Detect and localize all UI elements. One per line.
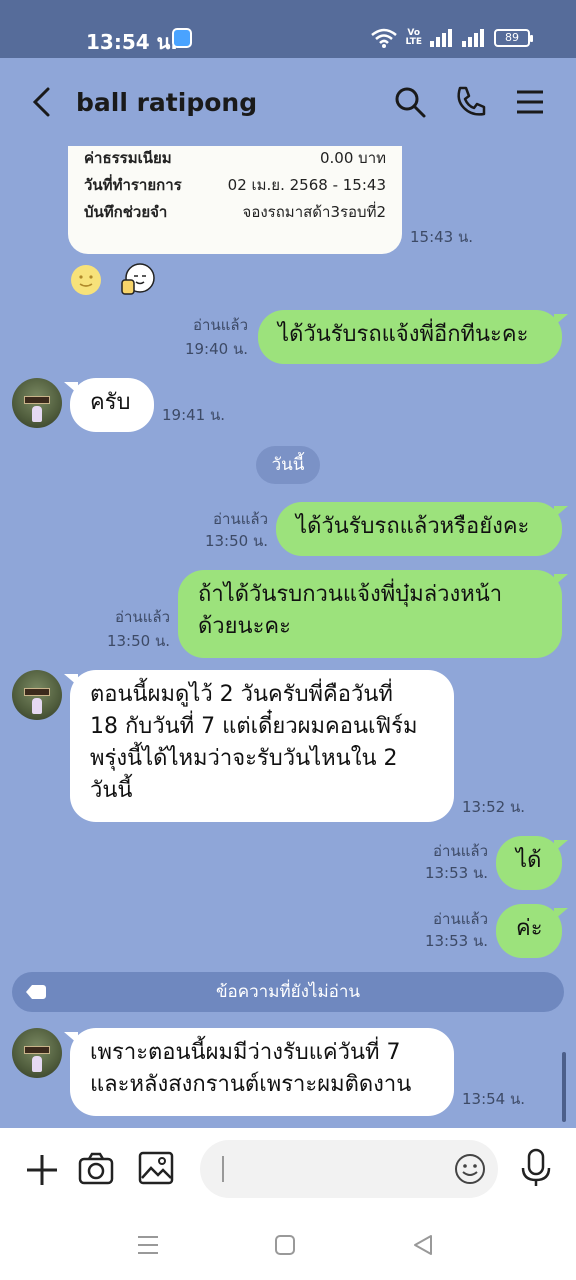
receipt-row: ค่าธรรมเนียม 0.00 บาท <box>84 146 386 170</box>
message-text-line: ตอนนี้ผมดูไว้ 2 วันครับพี่คือวันที่ <box>90 682 393 707</box>
avatar[interactable] <box>12 1028 62 1078</box>
read-receipt: อ่านแล้ว <box>115 608 170 626</box>
phone-icon[interactable] <box>452 84 488 120</box>
message-time: 15:43 น. <box>410 228 474 246</box>
emoji-icon[interactable] <box>454 1153 486 1185</box>
message-text-line: พรุ่งนี้ได้ไหมว่าจะรับวันไหนใน 2 <box>90 746 398 771</box>
read-receipt: อ่านแล้ว <box>213 510 268 528</box>
contact-name: ball ratipong <box>76 88 258 117</box>
receipt-image[interactable]: ค่าธรรมเนียม 0.00 บาท วันที่ทำรายการ 02 … <box>68 146 402 254</box>
message-text-line: ถ้าได้วันรบกวนแจ้งพี่บุ๋มล่วงหน้า <box>198 582 503 607</box>
read-receipt: อ่านแล้ว <box>433 842 488 860</box>
message-text: ได้ <box>516 848 542 873</box>
unread-divider: ข้อความที่ยังไม่อ่าน <box>12 972 564 1012</box>
outgoing-message[interactable]: ถ้าได้วันรบกวนแจ้งพี่บุ๋มล่วงหน้า ด้วยนะ… <box>178 570 568 658</box>
message-text-line: เพราะตอนนี้ผมมีว่างรับแค่วันที่ 7 <box>90 1040 401 1065</box>
message-text: ค่ะ <box>516 916 543 941</box>
outgoing-message[interactable]: ได้วันรับรถแจ้งพี่อีกทีนะคะ <box>258 310 568 364</box>
volte-indicator: Vo LTE <box>405 29 422 47</box>
battery-icon: 89 <box>494 29 533 47</box>
outgoing-message[interactable]: ค่ะ <box>496 904 568 958</box>
image-icon[interactable] <box>138 1150 174 1186</box>
status-bar: 13:54 น. Vo LTE 89 <box>0 0 576 58</box>
message-text: ได้วันรับรถแจ้งพี่อีกทีนะคะ <box>278 322 529 347</box>
wifi-icon <box>371 28 398 48</box>
receipt-value: 02 เม.ย. 2568 - 15:43 <box>227 176 386 194</box>
day-divider: วันนี้ <box>256 446 320 484</box>
incoming-message[interactable]: ตอนนี้ผมดูไว้ 2 วันครับพี่คือวันที่ 18 ก… <box>64 670 454 822</box>
read-receipt: อ่านแล้ว <box>193 316 248 334</box>
message-text-line: ด้วยนะคะ <box>198 614 291 639</box>
back-arrow-icon[interactable] <box>24 84 60 120</box>
search-icon[interactable] <box>392 84 428 120</box>
outgoing-message[interactable]: ได้วันรับรถแล้วหรือยังคะ <box>276 502 568 556</box>
message-text-line: 18 กับวันที่ 7 แต่เดี๋ยวผมคอนเฟิร์ม <box>90 714 418 739</box>
home-icon[interactable] <box>274 1234 296 1256</box>
receipt-value: จองรถมาสด้า3รอบที่2 <box>242 203 386 221</box>
incoming-message[interactable]: เพราะตอนนี้ผมมีว่างรับแค่วันที่ 7 และหลั… <box>64 1028 454 1116</box>
message-time: 13:50 น. <box>204 532 268 550</box>
volte-bottom: LTE <box>405 37 422 47</box>
app-notification-icon <box>172 28 192 48</box>
avatar[interactable] <box>12 378 62 428</box>
system-nav-bar <box>0 1210 576 1280</box>
receipt-label: บันทึกช่วยจำ <box>84 203 168 221</box>
microphone-icon[interactable] <box>518 1148 554 1188</box>
unread-divider-label: ข้อความที่ยังไม่อ่าน <box>215 982 361 1002</box>
scrollbar[interactable] <box>562 1052 566 1122</box>
smile-emoji-icon <box>71 265 101 295</box>
message-time: 13:53 น. <box>424 864 488 882</box>
message-input-box[interactable] <box>200 1140 498 1198</box>
menu-icon[interactable] <box>512 84 548 120</box>
chat-area[interactable]: ค่าธรรมเนียม 0.00 บาท วันที่ทำรายการ 02 … <box>0 146 576 1128</box>
signal-icon <box>430 29 452 47</box>
plus-icon[interactable] <box>24 1152 60 1188</box>
message-text: ได้วันรับรถแล้วหรือยังคะ <box>296 514 530 539</box>
read-receipt: อ่านแล้ว <box>433 910 488 928</box>
message-time: 19:41 น. <box>162 406 226 424</box>
text-caret <box>222 1156 224 1182</box>
tag-icon <box>26 985 46 999</box>
message-time: 13:52 น. <box>462 798 526 816</box>
message-time: 13:53 น. <box>424 932 488 950</box>
avatar[interactable] <box>12 670 62 720</box>
message-text-line: วันนี้ <box>90 778 133 803</box>
receipt-row: วันที่ทำรายการ 02 เม.ย. 2568 - 15:43 <box>84 173 386 197</box>
recent-apps-icon[interactable] <box>136 1234 160 1256</box>
outgoing-message[interactable]: ได้ <box>496 836 568 890</box>
signal-icon-2 <box>462 29 484 47</box>
receipt-value: 0.00 บาท <box>320 149 386 167</box>
back-nav-icon[interactable] <box>412 1234 434 1256</box>
chat-header: ball ratipong <box>0 58 576 146</box>
incoming-message[interactable]: ครับ <box>64 378 154 432</box>
message-text: ครับ <box>90 390 131 415</box>
message-time: 19:40 น. <box>184 340 248 358</box>
receipt-label: ค่าธรรมเนียม <box>84 149 172 167</box>
message-time: 13:54 น. <box>462 1090 526 1108</box>
system-icons: Vo LTE 89 <box>371 28 533 48</box>
thumbs-up-emoji-icon <box>121 263 155 295</box>
receipt-label: วันที่ทำรายการ <box>84 176 182 194</box>
status-time: 13:54 น. <box>86 30 178 54</box>
message-time: 13:50 น. <box>106 632 170 650</box>
message-composer <box>0 1128 576 1210</box>
message-text-line: และหลังสงกรานต์เพราะผมติดงาน <box>90 1072 412 1097</box>
receipt-row: บันทึกช่วยจำ จองรถมาสด้า3รอบที่2 <box>84 200 386 224</box>
camera-icon[interactable] <box>78 1150 114 1186</box>
message-input[interactable] <box>230 1150 430 1188</box>
